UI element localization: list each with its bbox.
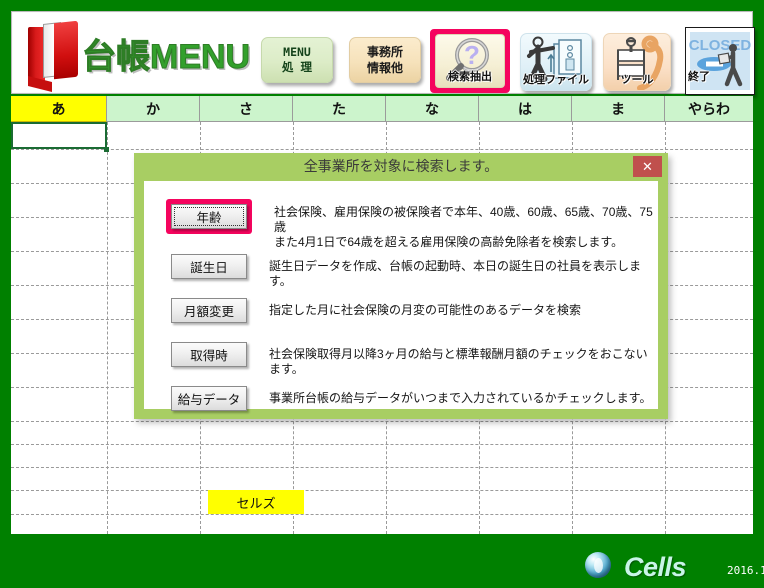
red-binder-icon: [28, 20, 80, 92]
birthday-button[interactable]: 誕生日: [171, 254, 247, 279]
app-logo: 台帳MENU: [20, 17, 252, 92]
processing-file-button[interactable]: 処理ファイル: [520, 33, 592, 91]
selection-fill-handle[interactable]: [104, 147, 109, 152]
cells-brand: Cells: [624, 552, 687, 582]
monthly-change-button-label: 月額変更: [183, 305, 234, 319]
dialog-row-age: 年齢 社会保険、雇用保険の被保険者で本年、40歳、60歳、65歳、70歳、75歳…: [144, 199, 658, 250]
acquisition-button-label: 取得時: [190, 349, 228, 363]
tab-na[interactable]: な: [386, 96, 479, 122]
tab-na-label: な: [425, 100, 439, 117]
dialog-row-birthday: 誕生日 誕生日データを作成、台帳の起動時、本日の誕生日の社員を表示します。: [144, 254, 658, 289]
tab-ha-label: は: [518, 100, 532, 117]
age-button-label: 年齢: [196, 211, 222, 225]
dialog-body: 年齢 社会保険、雇用保険の被保険者で本年、40歳、60歳、65歳、70歳、75歳…: [144, 181, 658, 411]
tool-label: ツール: [620, 74, 654, 86]
tab-yarawa[interactable]: やらわ: [665, 96, 753, 122]
tab-ha[interactable]: は: [479, 96, 572, 122]
cells-label-cell-text: セルズ: [236, 495, 276, 511]
birthday-button-label: 誕生日: [190, 261, 228, 275]
kana-tab-row: あ か さ た な は ま やらわ: [11, 96, 753, 122]
tab-ta[interactable]: た: [293, 96, 386, 122]
application-window: 台帳MENU MENU 処 理 事務所 情報他 ? 検索抽出 処理ファイル ツー…: [0, 0, 764, 588]
svg-text:?: ?: [464, 40, 480, 70]
closed-exit-icon: CLOSED: [689, 32, 752, 90]
app-title: 台帳MENU: [81, 38, 251, 77]
salary-data-button[interactable]: 給与データ: [171, 386, 247, 411]
age-description: 社会保険、雇用保険の被保険者で本年、40歳、60歳、65歳、70歳、75歳 また…: [274, 205, 653, 249]
tab-ka[interactable]: か: [107, 96, 200, 122]
exit-label: 終了: [688, 71, 710, 83]
exit-button[interactable]: CLOSED 終了: [685, 27, 755, 95]
dialog-row-acquisition: 取得時 社会保険取得月以降3ヶ月の給与と標準報酬月額のチェックをおこないます。: [144, 342, 658, 377]
tab-ka-label: か: [146, 100, 160, 117]
close-icon[interactable]: ✕: [633, 156, 662, 177]
grid-hline: [11, 444, 753, 445]
salary-data-description: 事業所台帳の給与データがいつまで入力されているかチェックします。: [269, 391, 652, 405]
monthly-change-button[interactable]: 月額変更: [171, 298, 247, 323]
age-button-highlight: 年齢: [166, 199, 252, 234]
closed-badge-text: CLOSED: [689, 37, 752, 54]
tab-ta-label: た: [332, 100, 346, 117]
tab-a[interactable]: あ: [11, 96, 107, 122]
processing-file-label: 処理ファイル: [523, 74, 589, 86]
salary-data-button-label: 給与データ: [177, 393, 241, 407]
grid-hline: [11, 514, 753, 515]
tab-ma[interactable]: ま: [572, 96, 665, 122]
search-extract-highlight: ? 検索抽出: [430, 29, 510, 93]
search-dialog: 全事業所を対象に検索します。 ✕ 年齢 社会保険、雇用保険の被保険者で本年、40…: [134, 153, 668, 419]
toolbar-panel: 台帳MENU MENU 処 理 事務所 情報他 ? 検索抽出 処理ファイル ツー…: [11, 11, 755, 95]
tab-a-label: あ: [51, 100, 66, 117]
dialog-title: 全事業所を対象に検索します。: [303, 158, 499, 174]
monthly-change-description: 指定した月に社会保険の月変の可能性のあるデータを検索: [269, 303, 582, 317]
grid-hline: [11, 467, 753, 468]
grid-hline: [11, 421, 753, 422]
office-info-label: 事務所 情報他: [366, 45, 403, 75]
version-label: 2016.11: [727, 564, 764, 577]
selected-cell[interactable]: [11, 122, 107, 149]
dialog-row-salary-data: 給与データ 事業所台帳の給与データがいつまで入力されているかチェックします。: [144, 386, 658, 411]
acquisition-button[interactable]: 取得時: [171, 342, 247, 367]
tool-button[interactable]: ツール: [603, 33, 671, 91]
menu-shori-label: MENU 処 理: [282, 45, 312, 74]
footer-bar: Cells 2016.11: [0, 542, 764, 588]
grid-hline: [11, 490, 753, 491]
tab-ma-label: ま: [611, 100, 625, 117]
tab-sa-label: さ: [239, 100, 253, 117]
globe-icon: [585, 552, 611, 578]
menu-shori-button[interactable]: MENU 処 理: [261, 37, 333, 83]
search-extract-button[interactable]: ? 検索抽出: [435, 34, 505, 88]
cells-label-cell[interactable]: セルズ: [208, 490, 304, 514]
age-button[interactable]: 年齢: [171, 204, 247, 229]
dialog-row-monthly-change: 月額変更 指定した月に社会保険の月変の可能性のあるデータを検索: [144, 298, 658, 323]
acquisition-description: 社会保険取得月以降3ヶ月の給与と標準報酬月額のチェックをおこないます。: [269, 347, 648, 376]
tab-yarawa-label: やらわ: [688, 100, 730, 117]
search-extract-label: 検索抽出: [448, 71, 492, 83]
office-info-button[interactable]: 事務所 情報他: [349, 37, 421, 83]
grid-hline: [11, 149, 753, 150]
birthday-description: 誕生日データを作成、台帳の起動時、本日の誕生日の社員を表示します。: [269, 259, 642, 288]
tab-sa[interactable]: さ: [200, 96, 293, 122]
